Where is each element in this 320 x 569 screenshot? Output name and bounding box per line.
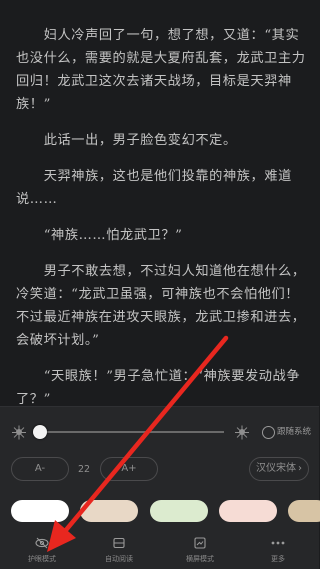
- reading-settings-panel: 跟随系统 A- 22 A+ 汉仪宋体 › 护眼模式 自动阅读 横屏模式 更多: [0, 406, 320, 569]
- eye-off-icon: [7, 535, 77, 551]
- landscape-icon: [165, 535, 235, 551]
- font-increase-button[interactable]: A+: [100, 457, 158, 481]
- paragraph: 妇人冷声回了一句，想了想，又道：“其实也没什么，需要的就是大夏府乱套，龙武卫主力…: [16, 28, 306, 112]
- font-family-label: 汉仪宋体: [256, 463, 296, 474]
- reader-content: 妇人冷声回了一句，想了想，又道：“其实也没什么，需要的就是大夏府乱套，龙武卫主力…: [16, 24, 306, 424]
- tab-auto-read[interactable]: 自动阅读: [84, 535, 154, 564]
- status-bar: [0, 0, 319, 22]
- tab-more[interactable]: 更多: [243, 535, 313, 564]
- paragraph: 天羿神族，这也是他们投靠的神族，难道说……: [16, 169, 292, 207]
- tab-label: 自动阅读: [105, 555, 133, 563]
- theme-swatch-white[interactable]: [11, 500, 69, 522]
- tab-eye-protection[interactable]: 护眼模式: [7, 535, 77, 564]
- tab-landscape[interactable]: 横屏模式: [165, 535, 235, 564]
- paragraph: 此话一出，男子脸色变幻不定。: [43, 133, 237, 148]
- more-icon: [243, 535, 313, 551]
- paragraph: 男子不敢去想，不过妇人知道他在想什么，冷笑道：“龙武卫虽强，可神族也不会怕他们！…: [16, 264, 306, 348]
- tab-label: 横屏模式: [186, 555, 214, 563]
- font-decrease-button[interactable]: A-: [11, 457, 69, 481]
- brightness-slider-knob[interactable]: [33, 425, 47, 439]
- font-size-value: 22: [78, 464, 91, 475]
- theme-swatch-green[interactable]: [150, 500, 208, 522]
- brightness-low-icon: [12, 425, 26, 439]
- theme-swatch-pink[interactable]: [219, 500, 277, 522]
- brightness-high-icon: [235, 425, 249, 439]
- auto-read-icon: [84, 535, 154, 551]
- tab-label: 更多: [271, 555, 285, 563]
- theme-swatch-beige[interactable]: [80, 500, 138, 522]
- follow-system-label: 跟随系统: [277, 427, 312, 437]
- paragraph: “天眼族！”男子急忙道：“神族要发动战争了？”: [16, 369, 301, 407]
- tab-label: 护眼模式: [28, 555, 56, 563]
- theme-swatch-tan[interactable]: [288, 500, 320, 522]
- paragraph: “神族……怕龙武卫？”: [43, 228, 183, 243]
- chevron-right-icon: ›: [298, 463, 302, 474]
- follow-system-radio[interactable]: [262, 426, 275, 439]
- font-family-button[interactable]: 汉仪宋体 ›: [249, 457, 309, 481]
- brightness-slider-track[interactable]: [36, 431, 224, 433]
